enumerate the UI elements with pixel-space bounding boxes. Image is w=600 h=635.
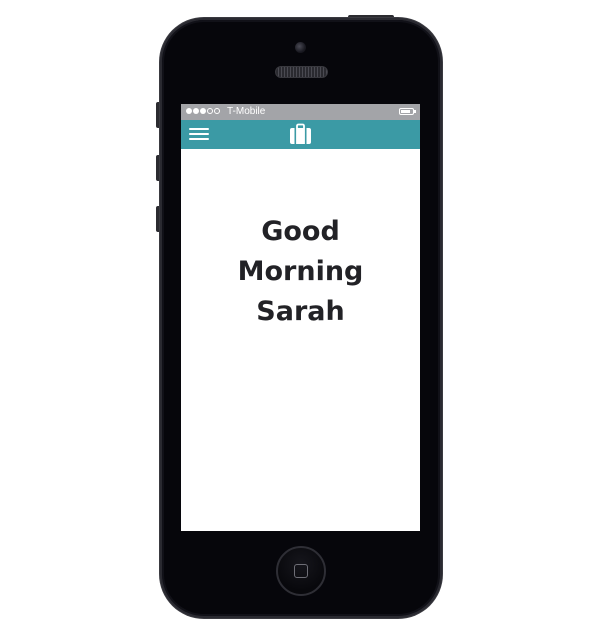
signal-dot [214,108,220,114]
greeting-line: Morning [237,256,364,287]
suitcase-icon[interactable] [289,123,312,145]
signal-strength-icon [186,108,220,114]
greeting-line: Sarah [256,296,345,327]
home-button[interactable] [276,546,326,596]
app-nav-bar [181,120,420,149]
phone-screen: T-Mobile Good Morning Sarah [181,104,420,531]
front-camera-icon [295,42,306,53]
signal-dot [207,108,213,114]
signal-dot [193,108,199,114]
greeting-line: Good [261,216,340,247]
hamburger-menu-icon[interactable] [189,126,211,143]
home-square-icon [294,564,308,578]
carrier-name: T-Mobile [227,106,266,117]
earpiece-speaker [275,66,328,78]
battery-level [401,110,411,113]
signal-dot [200,108,206,114]
status-bar: T-Mobile [181,104,420,120]
device-mockup: T-Mobile Good Morning Sarah [0,0,600,635]
greeting-message: Good Morning Sarah [181,212,420,332]
battery-icon [399,108,416,115]
signal-dot [186,108,192,114]
